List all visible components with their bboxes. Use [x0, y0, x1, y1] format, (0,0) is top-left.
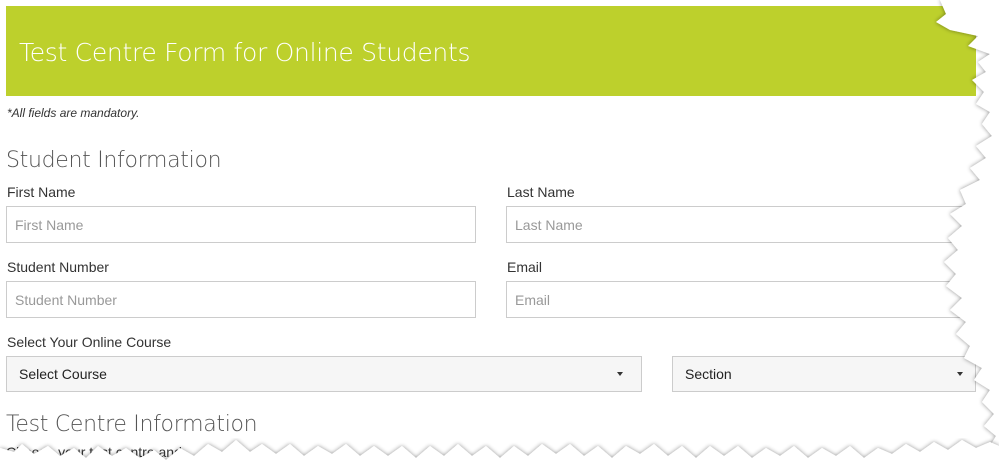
form-page: Test Centre Form for Online Students *Al…: [0, 0, 999, 475]
torn-edge-decoration: [0, 0, 999, 475]
